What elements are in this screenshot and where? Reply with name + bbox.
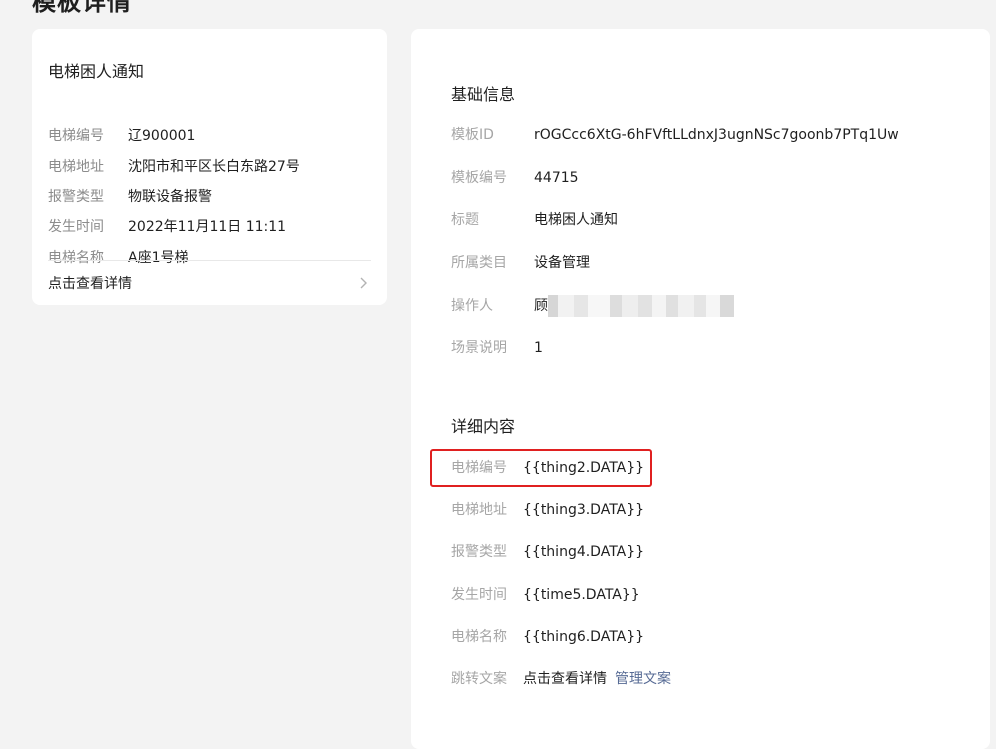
- detail-row: 报警类型 {{thing4.DATA}}: [451, 542, 644, 562]
- detail-label: 发生时间: [451, 587, 507, 603]
- preview-row: 发生时间 2022年11月11日 11:11: [48, 217, 286, 237]
- detail-value: {{thing4.DATA}}: [523, 544, 645, 560]
- detail-label: 电梯名称: [451, 629, 507, 645]
- message-preview-card: 电梯困人通知 电梯编号 辽900001 电梯地址 沈阳市和平区长白东路27号 报警类…: [32, 29, 387, 305]
- detail-label: 跳转文案: [451, 671, 507, 687]
- chevron-right-icon[interactable]: [357, 273, 371, 293]
- info-value: 44715: [534, 170, 579, 186]
- detail-row-jump: 跳转文案 点击查看详情 管理文案: [451, 669, 671, 689]
- preview-value: 2022年11月11日 11:11: [128, 219, 287, 235]
- manage-copy-link[interactable]: 管理文案: [615, 671, 671, 687]
- detail-row: 电梯名称 {{thing6.DATA}}: [451, 627, 644, 647]
- info-row-operator: 操作人 顾: [451, 295, 744, 317]
- preview-row: 电梯地址 沈阳市和平区长白东路27号: [48, 157, 300, 177]
- info-value: 顾: [534, 298, 548, 314]
- detail-row: 发生时间 {{time5.DATA}}: [451, 585, 640, 605]
- info-value: 设备管理: [534, 255, 590, 271]
- preview-row: 电梯名称 A座1号梯: [48, 248, 188, 268]
- preview-value: A座1号梯: [128, 250, 189, 266]
- preview-value: 辽900001: [128, 128, 196, 144]
- info-label: 模板ID: [451, 127, 494, 143]
- detail-content-title: 详细内容: [451, 417, 516, 436]
- preview-value: 物联设备报警: [128, 189, 212, 205]
- view-details-link[interactable]: 点击查看详情: [48, 273, 132, 293]
- preview-row: 电梯编号 辽900001: [48, 126, 195, 146]
- preview-value: 沈阳市和平区长白东路27号: [128, 159, 300, 175]
- redacted-name: [548, 295, 744, 317]
- preview-title: 电梯困人通知: [48, 62, 145, 81]
- info-label: 所属类目: [451, 255, 507, 271]
- preview-label: 报警类型: [48, 189, 104, 205]
- info-label: 操作人: [451, 298, 493, 314]
- info-label: 模板编号: [451, 170, 507, 186]
- info-label: 场景说明: [451, 340, 507, 356]
- template-detail-card: 基础信息 模板ID rOGCcc6XtG-6hFVftLLdnxJ3ugnNSc7…: [411, 29, 990, 749]
- info-value: 1: [534, 340, 543, 356]
- info-label: 标题: [451, 212, 479, 228]
- detail-row: 电梯地址 {{thing3.DATA}}: [451, 500, 644, 520]
- info-row-scene: 场景说明 1: [451, 338, 543, 358]
- detail-value: {{time5.DATA}}: [523, 587, 640, 603]
- info-value: 电梯困人通知: [534, 212, 618, 228]
- info-row-title: 标题 电梯困人通知: [451, 210, 618, 230]
- page-title: 模板详情: [32, 0, 132, 16]
- detail-value: 点击查看详情: [523, 671, 607, 687]
- detail-label: 报警类型: [451, 544, 507, 560]
- preview-row: 报警类型 物联设备报警: [48, 187, 212, 207]
- info-row-template-id: 模板ID rOGCcc6XtG-6hFVftLLdnxJ3ugnNSc7goonb…: [451, 125, 899, 145]
- highlight-box: [430, 449, 652, 487]
- divider: [48, 260, 371, 261]
- detail-value: {{thing3.DATA}}: [523, 502, 645, 518]
- preview-label: 电梯编号: [48, 128, 104, 144]
- preview-label: 电梯名称: [48, 250, 104, 266]
- info-row-category: 所属类目 设备管理: [451, 253, 590, 273]
- info-value: rOGCcc6XtG-6hFVftLLdnxJ3ugnNSc7goonb7PTq…: [534, 127, 899, 143]
- detail-label: 电梯地址: [451, 502, 507, 518]
- preview-label: 电梯地址: [48, 159, 104, 175]
- detail-value: {{thing6.DATA}}: [523, 629, 645, 645]
- preview-label: 发生时间: [48, 219, 104, 235]
- basic-info-title: 基础信息: [451, 85, 516, 104]
- info-row-template-number: 模板编号 44715: [451, 168, 579, 188]
